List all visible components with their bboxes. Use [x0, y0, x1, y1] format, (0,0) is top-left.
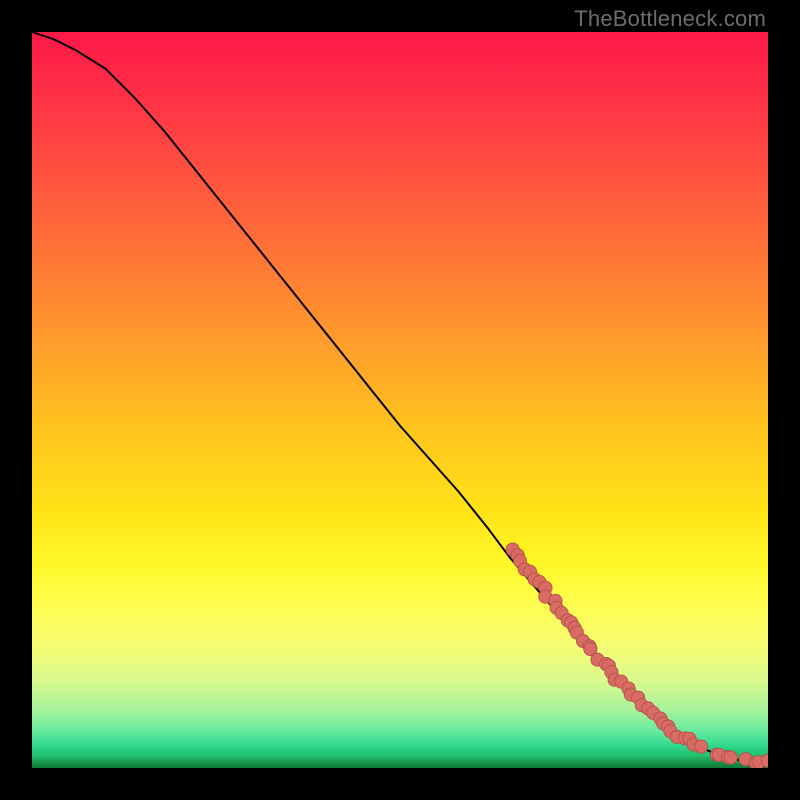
bottleneck-curve-path	[32, 32, 768, 762]
data-markers-group	[506, 543, 768, 768]
data-marker	[695, 740, 708, 753]
chart-overlay-svg	[32, 32, 768, 768]
chart-frame: TheBottleneck.com	[0, 0, 800, 800]
data-marker	[724, 751, 737, 764]
watermark-text: TheBottleneck.com	[574, 6, 766, 32]
plot-area	[32, 32, 768, 768]
